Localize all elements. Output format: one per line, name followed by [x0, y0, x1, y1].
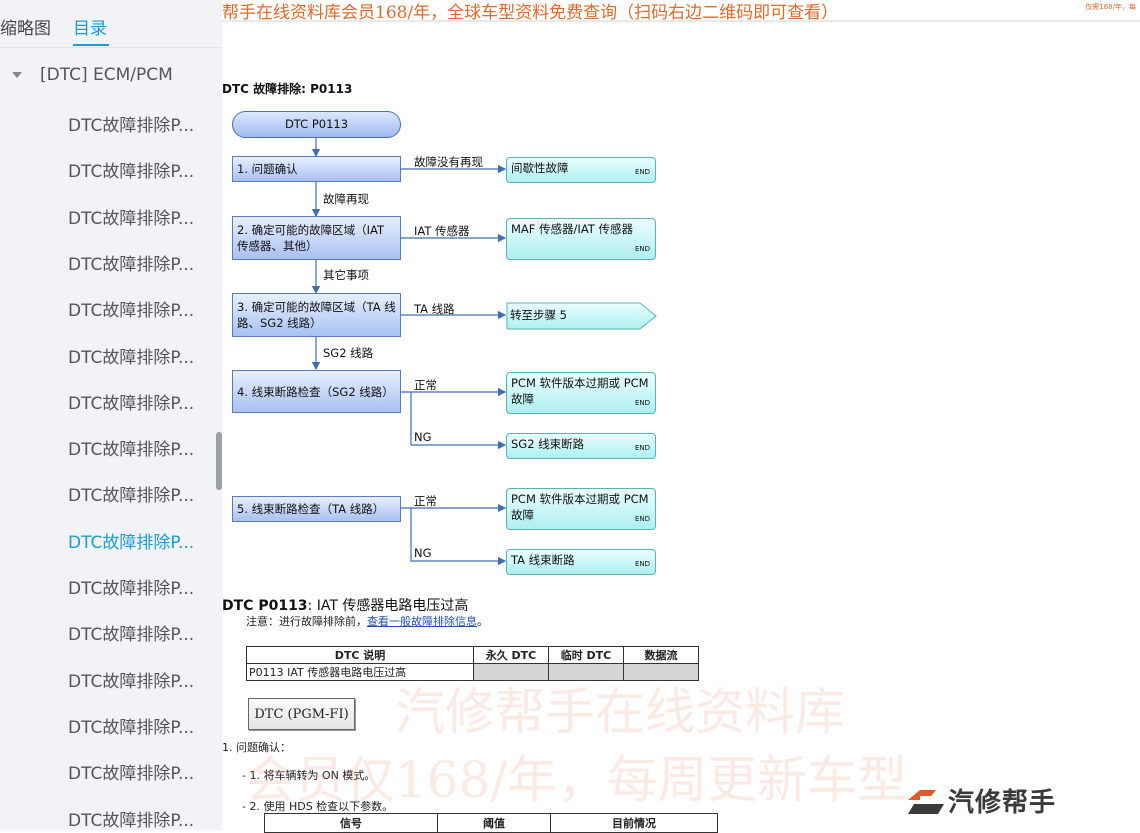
flow-step-3: 3. 确定可能的故障区域（TA 线路、SG2 线路）	[232, 293, 401, 337]
toc-item[interactable]: DTC故障排除P...	[68, 343, 194, 368]
end-label: 间歇性故障	[511, 161, 569, 175]
toc-item[interactable]: DTC故障排除P...	[68, 435, 194, 460]
label-iat-sensor: IAT 传感器	[414, 224, 470, 238]
end-label: SG2 线束断路	[511, 437, 585, 451]
title-rest: : IAT 传感器电路电压过高	[307, 598, 469, 614]
table-row: P0113 IAT 传感器电路电压过高	[246, 663, 699, 681]
label-ok-4: 正常	[414, 378, 437, 392]
end-tag: END	[634, 245, 650, 253]
label-other: 其它事项	[323, 268, 369, 282]
end-tag: END	[634, 444, 650, 452]
toc-item[interactable]: DTC故障排除P...	[68, 713, 194, 738]
toc-item[interactable]: DTC故障排除P...	[68, 250, 194, 275]
end-label: MAF 传感器/IAT 传感器	[511, 222, 633, 236]
table-header: 永久 DTC	[473, 646, 549, 664]
flow-step-2: 2. 确定可能的故障区域（IAT 传感器、其他）	[232, 216, 401, 260]
label-sg2-line: SG2 线路	[323, 346, 374, 360]
tab-thumbnails[interactable]: 缩略图	[0, 14, 51, 39]
note-suffix: 。	[477, 615, 488, 628]
end-tag: END	[634, 399, 650, 407]
car-logo-icon	[908, 789, 944, 814]
flow-start-node: DTC P0113	[232, 111, 401, 138]
hds-params-table: 信号 阈值 目前情况	[264, 813, 718, 833]
table-cell	[473, 663, 549, 681]
flow-end-intermittent: 间歇性故障 END	[506, 157, 656, 183]
end-tag: END	[634, 168, 650, 176]
logo-text: 汽修帮手	[948, 788, 1057, 818]
end-label: PCM 软件版本过期或 PCM 故障	[511, 376, 649, 406]
toc-item[interactable]: DTC故障排除P...	[68, 806, 194, 831]
toc-item[interactable]: DTC故障排除P...	[68, 759, 194, 784]
toc-item[interactable]: DTC故障排除P...	[68, 157, 194, 182]
label-reproduced: 故障再现	[323, 192, 369, 206]
toc-root-label: [DTC] ECM/PCM	[40, 65, 173, 85]
flow-end-ta-open: TA 线束断路 END	[506, 549, 656, 575]
toc-item[interactable]: DTC故障排除P...	[68, 667, 194, 692]
flow-end-sg2-open: SG2 线束断路 END	[506, 433, 656, 459]
label-ng-5: NG	[414, 546, 432, 560]
flow-end-maf-iat: MAF 传感器/IAT 传感器 END	[506, 218, 656, 260]
note-line: 注意：进行故障排除前，查看一般故障排除信息。	[246, 613, 488, 629]
table-header: 数据流	[623, 646, 699, 664]
active-tab-indicator	[73, 44, 109, 46]
step1-line-1: - 1. 将车辆转为 ON 模式。	[242, 769, 376, 782]
label-ng-4: NG	[414, 430, 432, 444]
title-code: DTC P0113	[222, 598, 308, 614]
table-header-row: DTC 说明 永久 DTC 临时 DTC 数据流	[246, 646, 699, 664]
toc-item[interactable]: DTC故障排除P...	[68, 528, 194, 553]
end-label: TA 线束断路	[511, 553, 575, 567]
toc-item[interactable]: DTC故障排除P...	[68, 389, 194, 414]
table-header: DTC 说明	[246, 646, 474, 664]
toc-sidebar: 缩略图 目录 [DTC] ECM/PCM DTC故障排除P... DTC故障排除P…	[0, 0, 222, 831]
toc-item[interactable]: DTC故障排除P...	[68, 481, 194, 506]
promo-banner: 帮手在线资料库会员168/年，全球车型资料免费查询（扫码右边二维码即可查看） 仅…	[222, 0, 1140, 23]
table-header: 临时 DTC	[548, 646, 624, 664]
table-cell	[548, 663, 624, 681]
toc-item[interactable]: DTC故障排除P...	[68, 204, 194, 229]
toc-item[interactable]: DTC故障排除P...	[68, 111, 194, 136]
end-label: PCM 软件版本过期或 PCM 故障	[511, 492, 649, 522]
tab-contents[interactable]: 目录	[73, 14, 107, 39]
toc-root-node[interactable]: [DTC] ECM/PCM	[12, 65, 173, 85]
label-ok-5: 正常	[414, 494, 437, 508]
dtc-description-table: DTC 说明 永久 DTC 临时 DTC 数据流 P0113 IAT 传感器电路…	[246, 646, 699, 681]
toc-item[interactable]: DTC故障排除P...	[68, 296, 194, 321]
brand-logo: 汽修帮手	[906, 782, 1056, 819]
flow-step-4: 4. 线束断路检查（SG2 线路）	[232, 370, 401, 413]
toc-item[interactable]: DTC故障排除P...	[68, 574, 194, 599]
note-prefix: 注意：进行故障排除前，	[246, 615, 367, 628]
end-tag: END	[634, 515, 650, 523]
step1-title: 1. 问题确认：	[222, 741, 291, 754]
flow-end-pcm-1: PCM 软件版本过期或 PCM 故障 END	[506, 372, 656, 414]
label-not-reproduced: 故障没有再现	[414, 155, 483, 169]
toc-item[interactable]: DTC故障排除P...	[68, 620, 194, 645]
document-page: DTC 故障排除: P0113 DTC P0113 1. 问题确认 2. 确定可…	[222, 22, 1140, 833]
flow-step-5: 5. 线束断路检查（TA 线路）	[232, 496, 401, 522]
flow-end-pcm-2: PCM 软件版本过期或 PCM 故障 END	[506, 488, 656, 530]
section-title: DTC P0113: IAT 传感器电路电压过高	[222, 595, 468, 615]
caret-down-icon[interactable]	[12, 72, 22, 78]
dtc-pgm-fi-button[interactable]: DTC (PGM-FI)	[248, 698, 355, 730]
table-cell	[623, 663, 699, 681]
step1-line-2: - 2. 使用 HDS 检查以下参数。	[242, 800, 394, 813]
table-cell: P0113 IAT 传感器电路电压过高	[246, 663, 474, 681]
end-tag: END	[634, 560, 650, 568]
general-troubleshooting-link[interactable]: 查看一般故障排除信息	[367, 615, 477, 628]
banner-small-text: 仅需168/年，每	[1085, 3, 1136, 11]
goto-step5-label: 转至步骤 5	[510, 308, 567, 322]
label-ta-line: TA 线路	[414, 302, 455, 316]
flow-step-1: 1. 问题确认	[232, 156, 401, 182]
sidebar-tabs: 缩略图 目录	[0, 0, 222, 48]
